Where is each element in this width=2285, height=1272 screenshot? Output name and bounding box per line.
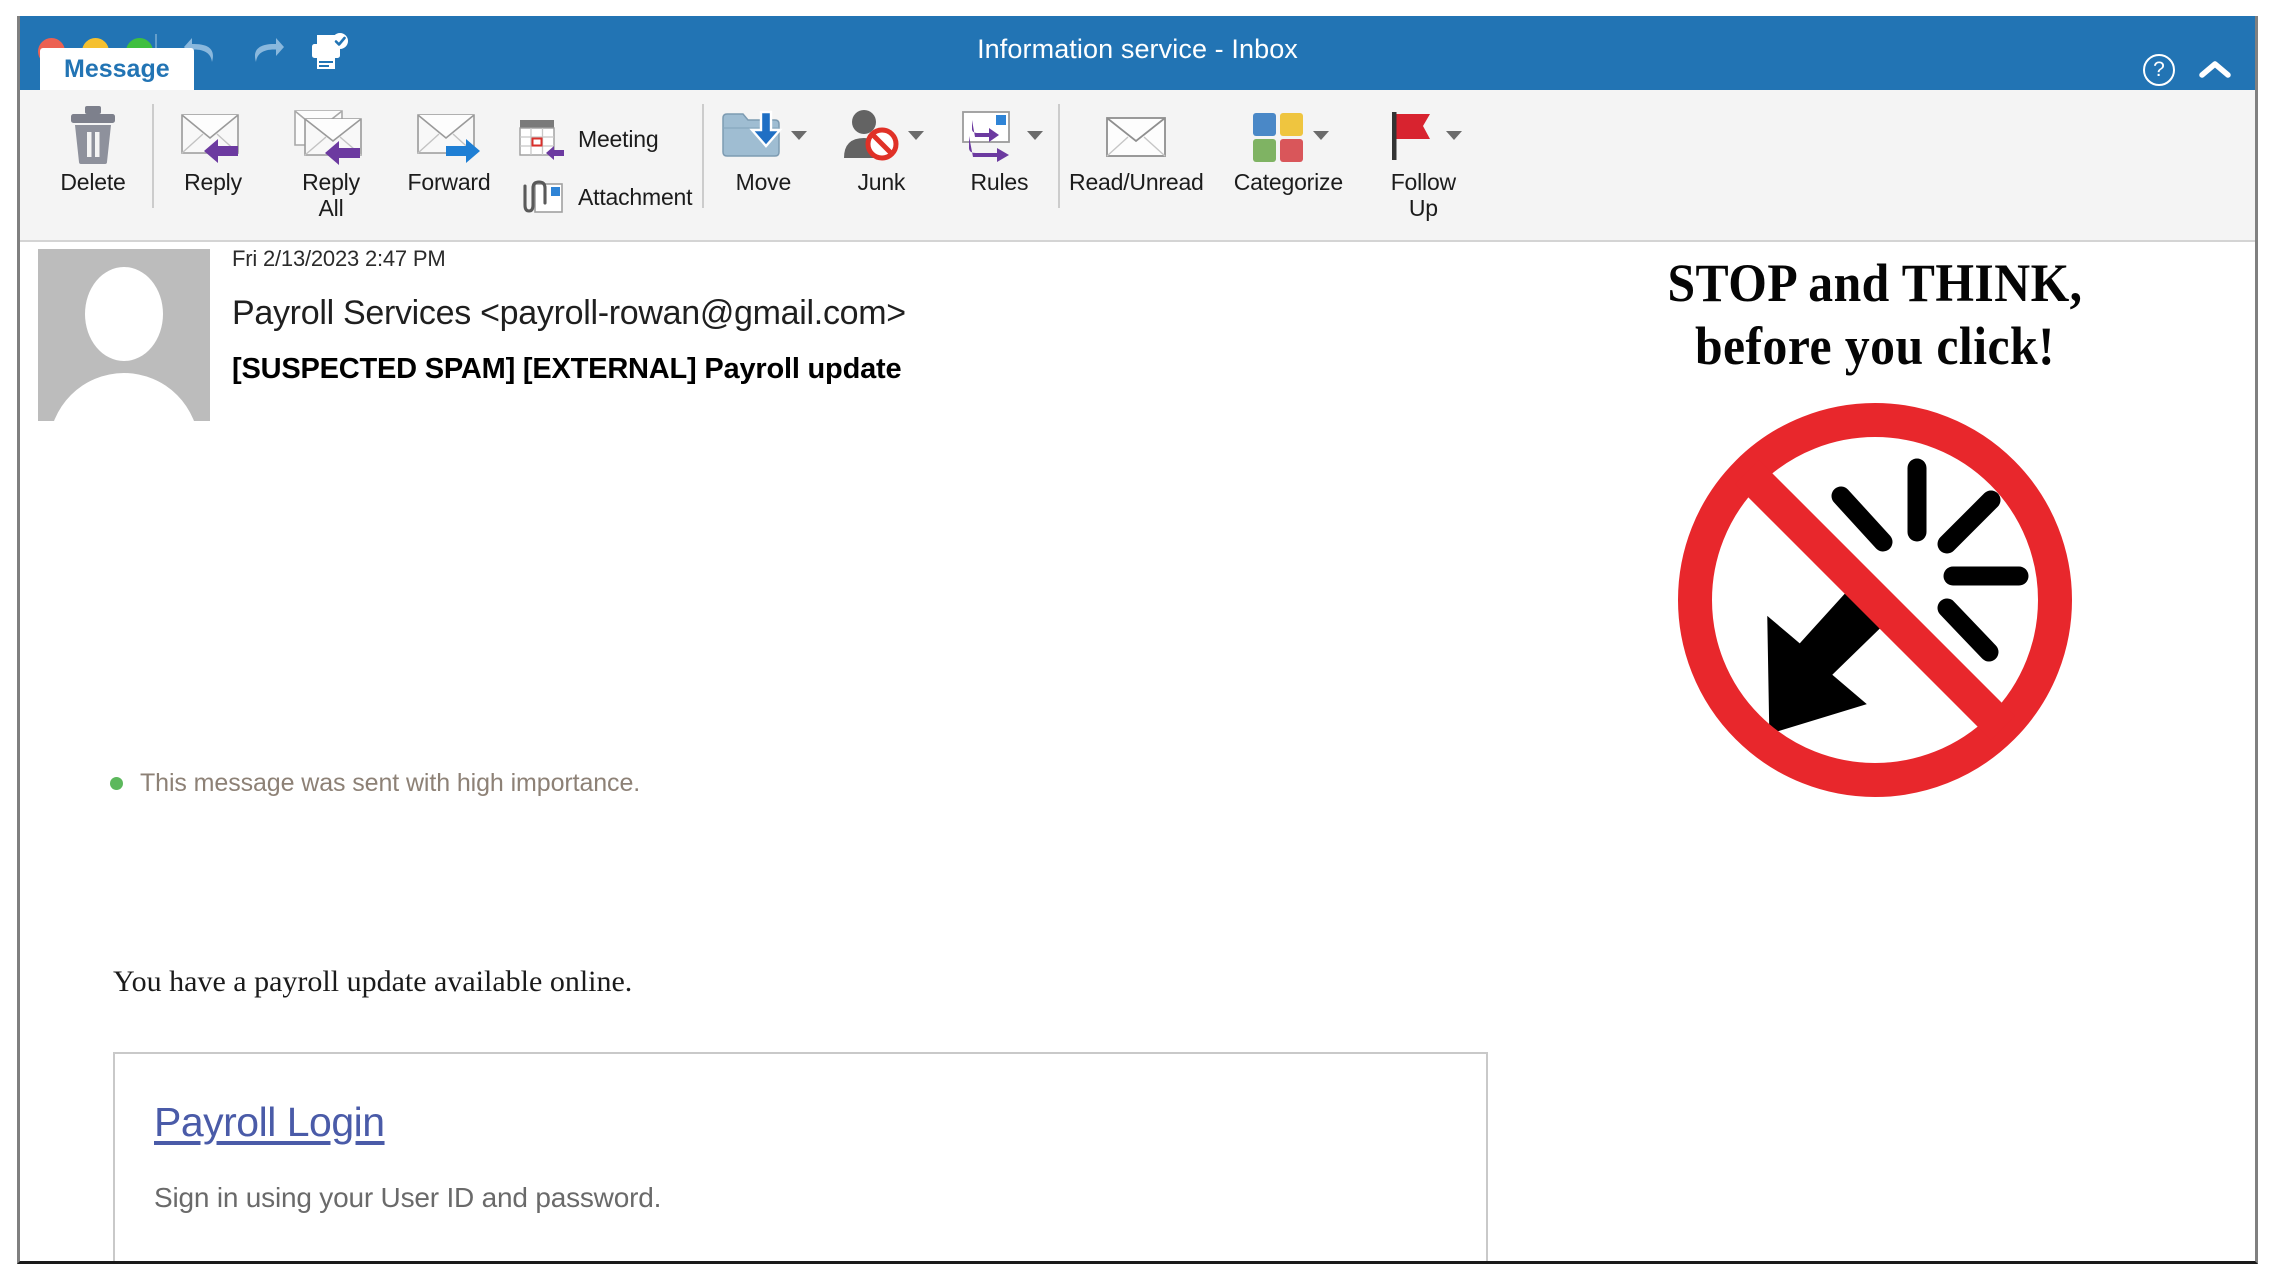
- rules-label: Rules: [970, 169, 1029, 195]
- attachment-label: Attachment: [578, 183, 693, 210]
- junk-dropdown-caret[interactable]: [908, 130, 925, 140]
- folder-move-icon: [719, 102, 808, 168]
- message-date: Fri 2/13/2023 2:47 PM: [232, 246, 446, 271]
- attachment-button[interactable]: Attachment: [508, 173, 702, 221]
- delete-label: Delete: [60, 169, 126, 195]
- importance-bullet-icon: [110, 777, 123, 790]
- delete-button[interactable]: Delete: [34, 90, 152, 230]
- junk-person-blocked-icon: [838, 102, 925, 168]
- importance-text: This message was sent with high importan…: [140, 769, 641, 797]
- move-dropdown-caret[interactable]: [791, 130, 808, 140]
- meeting-button[interactable]: Meeting: [508, 115, 702, 163]
- avatar-head-shape: [85, 267, 163, 361]
- forward-button[interactable]: Forward: [390, 90, 508, 230]
- forward-envelope-icon: [412, 102, 486, 168]
- read-unread-button[interactable]: Read/Unread: [1060, 90, 1212, 230]
- ribbon-group-respond: Reply Reply All Forward Meeting Attachme…: [154, 90, 705, 236]
- red-flag-icon: [1384, 102, 1463, 168]
- ribbon-group-tags: Read/Unread Categorize Follow Up: [1060, 90, 1482, 236]
- ribbon-stacked-actions: Meeting Attachment: [508, 90, 702, 230]
- categorize-button[interactable]: Categorize: [1212, 90, 1364, 230]
- message-subject: [SUSPECTED SPAM] [EXTERNAL] Payroll upda…: [232, 353, 902, 385]
- ribbon-group-delete: Delete: [34, 90, 154, 236]
- warning-line-2: before you click!: [1694, 316, 2056, 377]
- reply-button[interactable]: Reply: [154, 90, 272, 230]
- categorize-squares-icon: [1247, 102, 1330, 168]
- outlook-message-window: Information service - Inbox Message ? De…: [17, 16, 2258, 1264]
- no-click-prohibition-icon: [1678, 403, 2072, 798]
- payroll-login-link[interactable]: Payroll Login: [154, 1099, 385, 1146]
- follow-up-button[interactable]: Follow Up: [1364, 90, 1482, 230]
- read-unread-label: Read/Unread: [1069, 169, 1204, 195]
- tab-message[interactable]: Message: [40, 48, 194, 90]
- closed-envelope-icon: [1097, 102, 1175, 168]
- categorize-dropdown-caret[interactable]: [1313, 130, 1330, 140]
- ribbon-tab-strip: Message ?: [20, 48, 2255, 90]
- paperclip-attachment-icon: [523, 180, 563, 213]
- forward-label: Forward: [407, 169, 491, 195]
- move-button[interactable]: Move: [704, 90, 822, 230]
- rules-arrows-icon: [955, 102, 1044, 168]
- message-header: Fri 2/13/2023 2:47 PM Payroll Services <…: [232, 246, 1735, 386]
- avatar-body-shape: [49, 373, 199, 421]
- reply-all-label: Reply All: [302, 169, 360, 221]
- ribbon-group-move: Move Junk Rules: [704, 90, 1061, 236]
- ribbon-toolbar: Delete Reply Reply All Forward Meeting A…: [20, 90, 2255, 242]
- stop-and-think-warning: STOP and THINK, before you click!: [1555, 252, 2195, 805]
- meeting-label: Meeting: [578, 125, 659, 152]
- high-importance-notice: This message was sent with high importan…: [110, 769, 640, 798]
- junk-label: Junk: [857, 169, 906, 195]
- trash-icon: [64, 102, 122, 168]
- move-label: Move: [735, 169, 792, 195]
- message-body-paragraph: You have a payroll update available onli…: [113, 965, 633, 998]
- follow-up-dropdown-caret[interactable]: [1446, 130, 1463, 140]
- message-reading-pane: Fri 2/13/2023 2:47 PM Payroll Services <…: [20, 242, 2255, 1261]
- rules-dropdown-caret[interactable]: [1027, 130, 1044, 140]
- follow-up-label: Follow Up: [1390, 169, 1456, 221]
- reply-envelope-icon: [176, 102, 250, 168]
- warning-line-1: STOP and THINK,: [1667, 253, 2083, 313]
- reply-all-envelope-icon: [292, 102, 370, 168]
- avatar: [38, 249, 210, 421]
- rules-button[interactable]: Rules: [940, 90, 1058, 230]
- reply-all-button[interactable]: Reply All: [272, 90, 390, 230]
- payroll-login-subtext: Sign in using your User ID and password.: [154, 1182, 662, 1213]
- help-icon[interactable]: ?: [2143, 54, 2175, 86]
- title-bar: Information service - Inbox Message ?: [20, 16, 2255, 90]
- chevron-up-icon[interactable]: [2197, 58, 2233, 82]
- junk-button[interactable]: Junk: [822, 90, 940, 230]
- message-sender[interactable]: Payroll Services <payroll-rowan@gmail.co…: [232, 294, 1735, 333]
- payroll-login-box: Payroll Login Sign in using your User ID…: [113, 1052, 1488, 1261]
- reply-label: Reply: [184, 169, 242, 195]
- tab-strip-right-controls: ?: [2143, 54, 2233, 86]
- categorize-label: Categorize: [1233, 169, 1343, 195]
- calendar-meeting-icon: [519, 120, 564, 160]
